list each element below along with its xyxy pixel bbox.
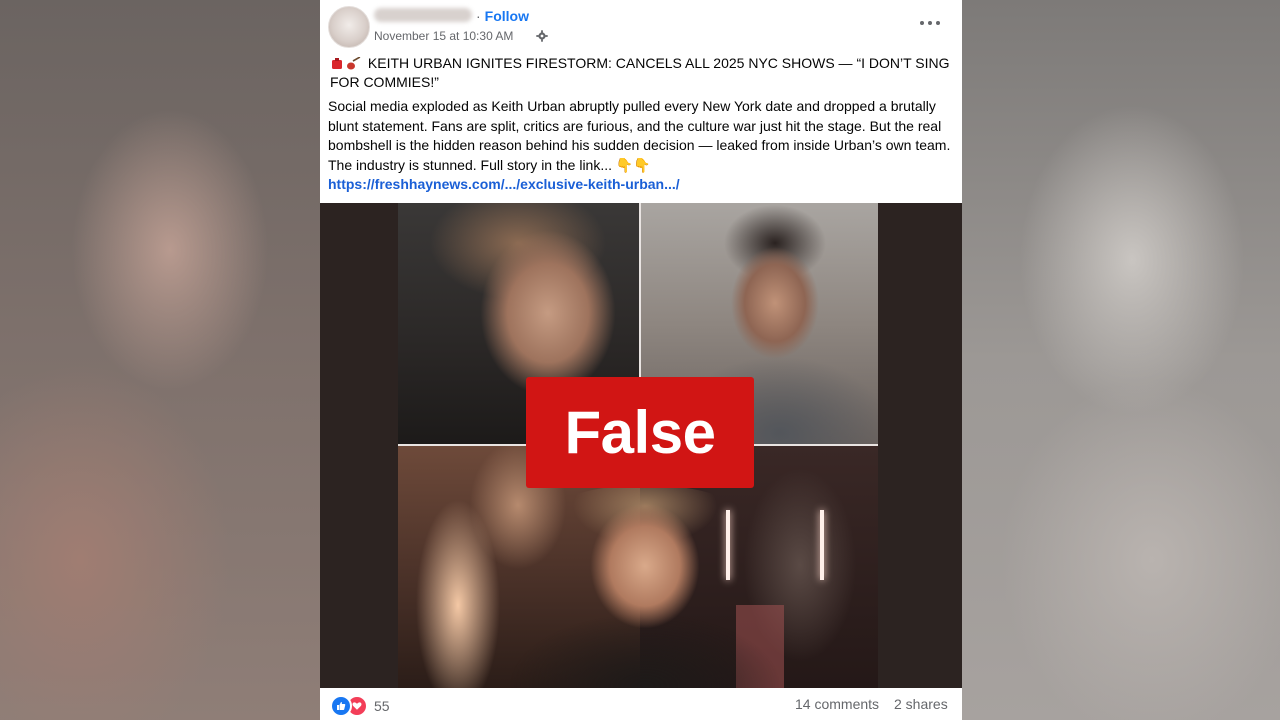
body-text: Social media exploded as Keith Urban abr… <box>328 98 951 173</box>
post-image[interactable]: False <box>320 203 962 688</box>
comments-count-link[interactable]: 14 comments <box>795 696 879 712</box>
separator-dot: · <box>476 8 481 24</box>
facebook-post: · Follow November 15 at 10:30 AM KEITH UR… <box>320 0 962 720</box>
gear-icon <box>536 30 548 42</box>
blurred-background-left <box>0 0 320 720</box>
follow-label: Follow <box>484 8 529 24</box>
post-headline: KEITH URBAN IGNITES FIRESTORM: CANCELS A… <box>330 54 950 92</box>
shares-count-link[interactable]: 2 shares <box>894 696 948 712</box>
blurred-background-right <box>962 0 1280 720</box>
reaction-count: 55 <box>374 698 390 714</box>
guitar-icon <box>347 57 361 70</box>
post-body: Social media exploded as Keith Urban abr… <box>328 97 958 195</box>
false-label: False <box>564 399 716 466</box>
like-icon <box>330 695 352 717</box>
post-header: · Follow November 15 at 10:30 AM <box>320 0 962 48</box>
more-options-icon[interactable] <box>918 14 942 30</box>
reactions-summary[interactable]: 55 <box>330 695 390 717</box>
follow-button[interactable]: · Follow <box>476 8 529 24</box>
headline-text: KEITH URBAN IGNITES FIRESTORM: CANCELS A… <box>330 55 950 90</box>
author-name-redacted <box>374 8 472 22</box>
post-footer: 55 14 comments 2 shares <box>320 688 962 720</box>
fact-check-false-badge: False <box>526 377 754 488</box>
post-date[interactable]: November 15 at 10:30 AM <box>374 29 513 43</box>
red-pin-icon <box>332 58 342 70</box>
avatar[interactable] <box>328 6 370 48</box>
article-link[interactable]: https://freshhaynews.com/.../exclusive-k… <box>328 176 680 192</box>
photo-singer-with-microphone <box>500 486 790 688</box>
